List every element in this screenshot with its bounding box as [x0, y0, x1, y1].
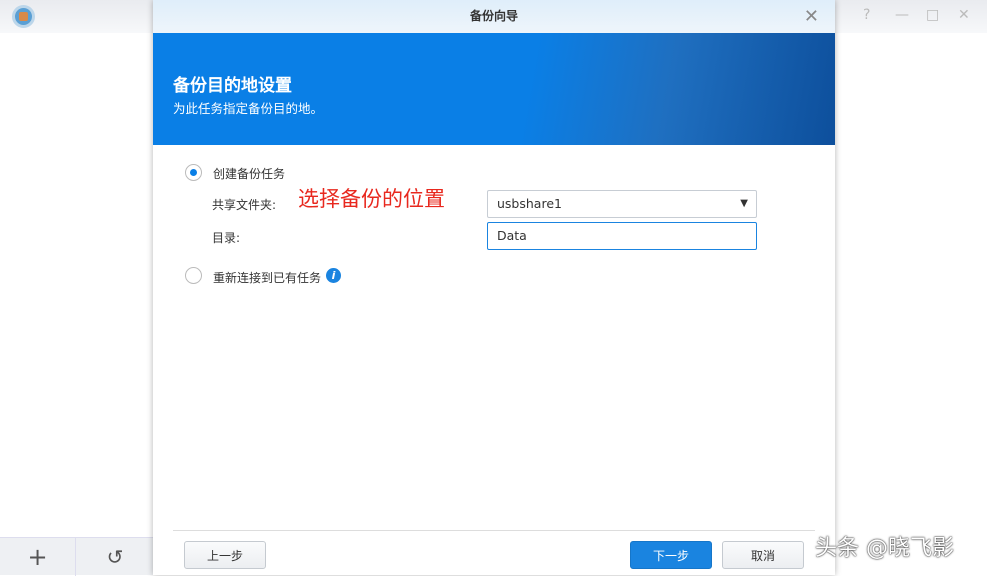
- create-task-label: 创建备份任务: [213, 167, 286, 181]
- help-icon[interactable]: ?: [863, 7, 870, 23]
- create-task-radio[interactable]: [185, 164, 202, 181]
- app-logo-icon: [12, 5, 35, 28]
- next-button[interactable]: 下一步: [630, 541, 712, 569]
- directory-input[interactable]: Data: [487, 222, 757, 250]
- page-heading: 备份目的地设置: [173, 76, 292, 96]
- reconnect-task-label: 重新连接到已有任务: [213, 271, 322, 285]
- directory-label: 目录:: [212, 231, 241, 245]
- add-icon[interactable]: +: [0, 538, 76, 576]
- dialog-title: 备份向导: [153, 0, 835, 33]
- back-button[interactable]: 上一步: [184, 541, 266, 569]
- shared-folder-select[interactable]: usbshare1 ▼: [487, 190, 757, 218]
- footer-divider: [173, 530, 815, 531]
- backup-wizard-dialog: 备份向导 ✕ 备份目的地设置 为此任务指定备份目的地。 创建备份任务 共享文件夹…: [153, 0, 835, 575]
- shared-folder-label: 共享文件夹:: [212, 198, 277, 212]
- cancel-button[interactable]: 取消: [722, 541, 804, 569]
- app-bottom-toolbar: + ↺: [0, 537, 153, 576]
- history-icon[interactable]: ↺: [77, 538, 153, 576]
- dialog-banner: 备份目的地设置 为此任务指定备份目的地。: [153, 33, 835, 145]
- minimize-icon[interactable]: —: [895, 7, 909, 23]
- chevron-down-icon: ▼: [740, 198, 748, 209]
- shared-folder-value: usbshare1: [497, 196, 562, 211]
- page-subheading: 为此任务指定备份目的地。: [173, 101, 324, 116]
- close-icon[interactable]: ✕: [958, 7, 970, 23]
- info-icon[interactable]: i: [326, 268, 341, 283]
- watermark: 头条 @晓飞影: [815, 536, 954, 561]
- annotation-text: 选择备份的位置: [298, 187, 445, 211]
- dialog-close-icon[interactable]: ✕: [804, 6, 819, 27]
- maximize-icon[interactable]: □: [926, 7, 939, 23]
- reconnect-task-radio[interactable]: [185, 267, 202, 284]
